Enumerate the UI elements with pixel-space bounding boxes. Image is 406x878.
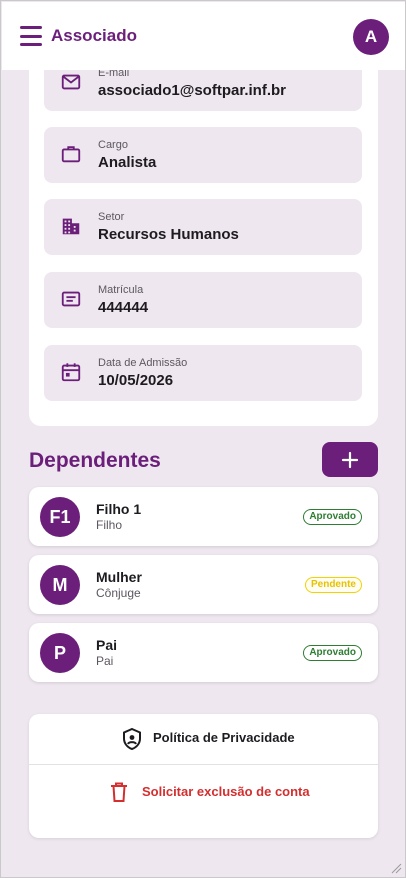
mail-icon — [61, 74, 81, 90]
delete-account-button[interactable]: Solicitar exclusão de conta — [29, 768, 378, 818]
cargo-value: Analista — [98, 154, 157, 171]
building-icon — [62, 218, 80, 235]
matricula-label: Matrícula — [98, 284, 144, 296]
dependent-card[interactable]: F1 Filho 1 Filho Aprovado — [29, 487, 378, 546]
resize-grip-icon — [391, 863, 402, 874]
admission-date-value: 10/05/2026 — [98, 372, 174, 389]
dependent-name: Pai — [96, 637, 118, 653]
status-badge: Aprovado — [303, 645, 362, 661]
setor-value: Recursos Humanos — [98, 226, 239, 243]
user-avatar[interactable]: A — [353, 19, 389, 55]
setor-field: Setor Recursos Humanos — [44, 199, 362, 255]
add-dependent-button[interactable] — [322, 442, 378, 477]
plus-icon — [341, 451, 359, 469]
dependent-avatar: P — [40, 633, 80, 673]
email-value: associado1@softpar.inf.br — [98, 82, 287, 99]
setor-label: Setor — [98, 211, 125, 223]
delete-account-label: Solicitar exclusão de conta — [142, 784, 310, 799]
admission-date-field: Data de Admissão 10/05/2026 — [44, 345, 362, 401]
menu-icon[interactable] — [20, 26, 44, 46]
dependent-card[interactable]: P Pai Pai Aprovado — [29, 623, 378, 682]
dependent-relation: Filho — [96, 518, 123, 532]
privacy-policy-button[interactable]: Política de Privacidade — [29, 714, 378, 764]
dependent-name: Mulher — [96, 569, 142, 585]
calendar-icon — [61, 363, 81, 382]
briefcase-icon — [61, 146, 81, 163]
status-badge: Aprovado — [303, 509, 362, 525]
admission-date-label: Data de Admissão — [98, 357, 188, 369]
matricula-value: 444444 — [98, 299, 149, 316]
trash-icon — [111, 782, 127, 802]
matricula-field: Matrícula 444444 — [44, 272, 362, 328]
privacy-policy-label: Política de Privacidade — [153, 730, 295, 745]
id-card-icon — [61, 291, 81, 307]
cargo-label: Cargo — [98, 139, 128, 151]
dependents-title: Dependentes — [29, 449, 161, 472]
dependent-avatar: M — [40, 565, 80, 605]
app-frame: E-mail associado1@softpar.inf.br Cargo A… — [0, 0, 406, 878]
dependent-relation: Pai — [96, 654, 114, 668]
divider — [29, 764, 378, 765]
status-badge: Pendente — [304, 577, 362, 593]
page-title: Associado — [51, 26, 137, 45]
account-actions-card: Política de Privacidade Solicitar exclus… — [29, 714, 378, 838]
dependent-name: Filho 1 — [96, 501, 142, 517]
associate-info-card: E-mail associado1@softpar.inf.br Cargo A… — [29, 41, 378, 426]
shield-icon — [123, 727, 141, 751]
dependent-relation: Cônjuge — [96, 586, 141, 600]
dependent-card[interactable]: M Mulher Cônjuge Pendente — [29, 555, 378, 614]
app-bar: Associado A — [2, 2, 405, 70]
dependent-avatar: F1 — [40, 497, 80, 537]
cargo-field: Cargo Analista — [44, 127, 362, 183]
